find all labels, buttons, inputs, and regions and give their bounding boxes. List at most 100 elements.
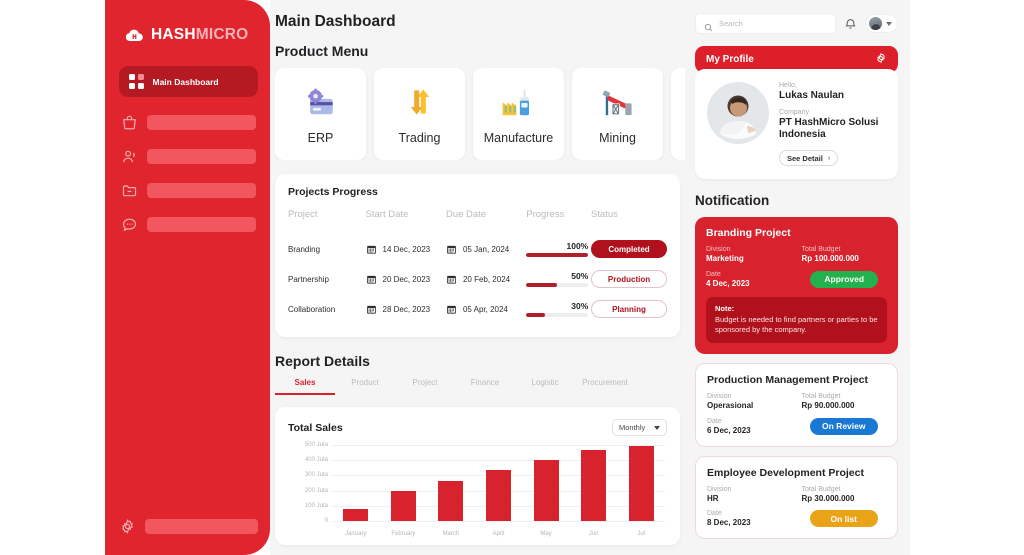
brand-logo-hash: HASH bbox=[151, 26, 196, 43]
bell-icon[interactable] bbox=[844, 17, 857, 31]
profile-avatar bbox=[707, 82, 769, 144]
sidebar-item-placeholder-4[interactable] bbox=[119, 216, 258, 233]
start-date-text: 20 Dec, 2023 bbox=[382, 274, 431, 284]
chart-bar[interactable] bbox=[628, 445, 654, 521]
cell-due-date: 20 Feb, 2024 bbox=[446, 264, 526, 294]
profile-name: Lukas Naulan bbox=[779, 90, 845, 101]
date-value: 4 Dec, 2023 bbox=[706, 278, 750, 288]
right-panel: Search My Profile Hello, Lukas Naulan Co… bbox=[690, 0, 910, 555]
product-card-mining[interactable]: Mining bbox=[572, 68, 663, 160]
calendar-icon bbox=[446, 304, 457, 315]
date-label: Date bbox=[707, 510, 722, 518]
cell-status: Completed bbox=[591, 234, 667, 264]
sidebar-item-placeholder-3[interactable] bbox=[119, 182, 258, 199]
division-value: Marketing bbox=[706, 254, 744, 263]
status-badge[interactable]: On list bbox=[809, 510, 878, 528]
table-header-row: Project Start Date Due Date Progress Sta… bbox=[288, 209, 667, 234]
company-label: Company bbox=[779, 108, 809, 116]
sidebar-item-settings[interactable] bbox=[119, 518, 258, 535]
tab-logistic[interactable]: Logistic bbox=[515, 378, 575, 395]
chart-x-tick-label: May bbox=[540, 531, 552, 537]
chart-bar[interactable] bbox=[485, 470, 511, 521]
chart-y-tick-label: 200 Juta bbox=[304, 487, 328, 494]
cell-project: Collaboration bbox=[288, 304, 336, 314]
tab-sales[interactable]: Sales bbox=[275, 378, 335, 395]
see-detail-button[interactable]: See Detail › bbox=[779, 150, 839, 166]
status-badge[interactable]: Planning bbox=[591, 300, 667, 318]
progress-bar bbox=[526, 253, 589, 257]
sidebar-item-placeholder-2[interactable] bbox=[119, 148, 258, 165]
status-badge[interactable]: Production bbox=[591, 270, 667, 288]
chart-bar-column[interactable] bbox=[428, 445, 475, 521]
sidebar-item-placeholder-1[interactable] bbox=[119, 114, 258, 131]
status-badge[interactable]: Approved bbox=[810, 270, 879, 288]
chart-bar-column[interactable] bbox=[332, 445, 379, 521]
chart-bar-column[interactable] bbox=[380, 445, 427, 521]
dashboard-page: HASHMICRO Main Dashboard Main Dashboard … bbox=[0, 0, 1024, 555]
product-card-label: Mining bbox=[599, 131, 636, 145]
cell-due-date: 05 Apr, 2024 bbox=[446, 294, 526, 324]
progress-fill bbox=[526, 253, 589, 257]
period-select[interactable]: Monthly bbox=[612, 419, 667, 436]
notification-card-employee[interactable]: Employee Development Project Division HR… bbox=[695, 455, 898, 540]
erp-icon bbox=[303, 83, 339, 121]
chart-title: Total Sales bbox=[288, 421, 343, 434]
report-tabs: Sales Product Project Finance Logistic P… bbox=[275, 378, 680, 395]
chart-bar[interactable] bbox=[581, 449, 607, 521]
folder-minus-icon bbox=[121, 182, 138, 199]
product-card-manufacture[interactable]: Manufacture bbox=[473, 68, 564, 160]
column-header-status: Status bbox=[591, 209, 618, 220]
users-icon bbox=[121, 148, 138, 165]
chart-bar[interactable] bbox=[343, 508, 369, 521]
chart-x-tick-label: Jun bbox=[588, 531, 599, 537]
chart-y-tick-label: 0 bbox=[324, 517, 328, 524]
chart-y-tick-label: 100 Juta bbox=[304, 502, 328, 509]
tab-project[interactable]: Project bbox=[395, 378, 455, 395]
status-badge[interactable]: Completed bbox=[591, 240, 667, 258]
tab-product[interactable]: Product bbox=[335, 378, 395, 395]
gear-icon[interactable] bbox=[875, 51, 887, 69]
note-label: Note: bbox=[715, 303, 735, 313]
chart-bar[interactable] bbox=[533, 460, 559, 521]
chart-bar-column[interactable] bbox=[523, 445, 570, 521]
table-row[interactable]: Collaboration 28 Dec, 2023 05 Apr, 2024 … bbox=[288, 294, 667, 324]
chart-bar-column[interactable] bbox=[475, 445, 522, 521]
brand-logo-text: HASHMICRO bbox=[151, 26, 248, 44]
sidebar-item-main-dashboard[interactable]: Main Dashboard bbox=[119, 66, 258, 97]
chart-bar-column[interactable] bbox=[618, 445, 665, 521]
tab-procurement[interactable]: Procurement bbox=[575, 378, 635, 395]
search-input[interactable]: Search bbox=[695, 13, 836, 34]
product-card-retail[interactable]: Retail bbox=[671, 68, 685, 160]
brand-logo[interactable]: HASHMICRO bbox=[125, 26, 258, 44]
chart-bar[interactable] bbox=[390, 490, 416, 521]
date-value: 8 Dec, 2023 bbox=[707, 518, 751, 528]
product-card-trading[interactable]: Trading bbox=[374, 68, 465, 160]
cell-start-date: 14 Dec, 2023 bbox=[366, 234, 446, 264]
notification-card-meta: Division Marketing Total Budget Rp 100.0… bbox=[706, 246, 887, 263]
calendar-icon bbox=[366, 304, 377, 315]
notification-card-date-status: Date 4 Dec, 2023 Approved bbox=[706, 269, 887, 288]
cell-project: Branding bbox=[288, 244, 321, 254]
notification-card-title: Branding Project bbox=[706, 227, 791, 239]
table-row[interactable]: Branding 14 Dec, 2023 05 Jan, 2024 100% … bbox=[288, 234, 667, 264]
tab-finance[interactable]: Finance bbox=[455, 378, 515, 395]
notification-card-branding[interactable]: Branding Project Division Marketing Tota… bbox=[695, 217, 898, 355]
notification-card-production[interactable]: Production Management Project Division O… bbox=[695, 363, 898, 447]
date-value: 6 Dec, 2023 bbox=[707, 425, 751, 435]
bag-icon bbox=[121, 114, 138, 131]
sidebar-item-skeleton bbox=[145, 519, 258, 534]
chevron-down-icon bbox=[654, 425, 660, 430]
avatar-menu[interactable] bbox=[865, 14, 898, 33]
status-badge[interactable]: On Review bbox=[809, 417, 878, 435]
start-date-text: 28 Dec, 2023 bbox=[382, 304, 431, 314]
chart-bar-column[interactable] bbox=[570, 445, 617, 521]
my-profile-title: My Profile bbox=[706, 54, 754, 65]
product-card-erp[interactable]: ERP bbox=[275, 68, 366, 160]
period-select-value: Monthly bbox=[619, 423, 646, 432]
projects-progress-panel: Projects Progress Project Start Date Due… bbox=[275, 174, 680, 337]
table-row[interactable]: Partnership 20 Dec, 2023 20 Feb, 2024 50… bbox=[288, 264, 667, 294]
progress-label: 100% bbox=[566, 241, 589, 251]
chart-bar[interactable] bbox=[438, 481, 464, 521]
progress-label: 30% bbox=[571, 301, 589, 311]
notification-title: Notification bbox=[695, 193, 770, 208]
